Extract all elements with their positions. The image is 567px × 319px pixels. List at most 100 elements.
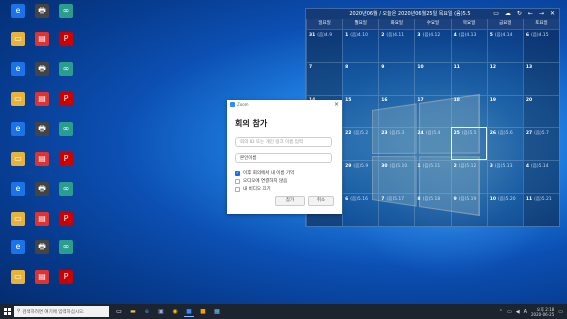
calendar-day-cell[interactable]: 18 [450,94,487,128]
file-icon[interactable]: ∞ [52,122,80,136]
calendar-day-cell[interactable]: 11 [450,61,487,95]
remember-name-checkbox[interactable]: ✓ 이후 회의에서 내 이름 기억 [235,170,294,176]
no-audio-checkbox[interactable]: 오디오에 연결하지 않음 [235,178,287,184]
video-off-checkbox[interactable]: 내 비디오 끄기 [235,186,271,192]
dialog-app-name: Zoom [237,101,249,107]
chevron-up-icon[interactable]: ⌃ [499,309,503,315]
network-icon[interactable]: ▭ [507,309,512,315]
calendar-grid: 31 (음)4.9 1 (음)4.10 2 (음)4.11 3 (음)4.12 4 (음)4.13… [306,29,559,226]
calendar-day-cell[interactable]: 10 (음)5.20 [486,193,523,226]
checkbox-icon[interactable] [235,178,240,184]
calendar-day-cell[interactable]: 26 (음)5.6 [486,127,523,161]
calendar-taskbar-icon[interactable]: ▦ [212,306,222,317]
calendar-day-cell[interactable]: 4 (음)4.13 [450,29,487,62]
pdf-icon[interactable]: P [52,92,80,106]
calendar-prev-icon[interactable]: ← [528,9,533,19]
calendar-refresh-icon[interactable]: ↻ [517,9,522,19]
calendar-day-cell[interactable]: 19 [486,94,523,128]
cancel-button[interactable]: 취소 [308,196,334,206]
calendar-day-cell[interactable]: 31 (음)4.9 [306,29,343,62]
start-button[interactable] [0,304,14,319]
task-view-icon[interactable]: ▭ [114,306,124,317]
chrome-icon[interactable]: ◉ [170,306,180,317]
calendar-day-cell[interactable]: 2 (음)4.11 [378,29,415,62]
app-taskbar-icon[interactable]: ■ [198,306,208,317]
language-indicator[interactable]: A [524,309,527,315]
zoom-taskbar-icon[interactable]: ■ [184,306,194,317]
calendar-cloud-icon[interactable]: ☁ [505,9,511,19]
calendar-day-cell[interactable]: 29 (음)5.9 [342,160,379,194]
volume-icon[interactable]: ◀ [516,309,520,315]
calendar-day-cell[interactable]: 12 [486,61,523,95]
calendar-day-cell[interactable]: 15 [342,94,379,128]
calendar-day-cell[interactable]: 22 (음)5.2 [342,127,379,161]
day-number: 9 [453,197,457,203]
pdf-icon[interactable]: P [52,32,80,46]
pdf-icon[interactable]: P [52,270,80,284]
calendar-day-cell[interactable]: 9 [378,61,415,95]
day-number: 16 [381,97,388,103]
calendar-day-cell[interactable]: 30 (음)5.10 [378,160,415,194]
taskbar-search-box[interactable]: ⚲ 검색하려면 여기에 입력하십시오. [14,306,109,317]
notification-icon[interactable]: ▭ [558,309,563,315]
calendar-day-cell[interactable]: 17 [414,94,451,128]
calendar-day-cell[interactable]: 5 (음)4.14 [486,29,523,62]
calendar-day-cell[interactable]: 7 (음)5.17 [378,193,415,226]
pdf-icon: P [59,32,73,46]
lunar-date: (음)5.9 [353,164,369,170]
calendar-window-icon[interactable]: ▭ [493,9,499,19]
pdf-icon[interactable]: P [52,152,80,166]
calendar-day-cell[interactable]: 20 [522,94,559,128]
calendar-day-cell[interactable]: 1 (음)4.10 [342,29,379,62]
day-number: 2 [381,33,385,38]
file-icon[interactable]: ∞ [52,62,80,76]
store-icon[interactable]: ▣ [156,306,166,317]
calendar-day-cell[interactable]: 27 (음)5.7 [522,127,559,161]
lunar-date: (음)5.14 [530,164,549,170]
display-name-input[interactable]: 본인이름 [235,153,332,163]
calendar-day-cell[interactable]: 8 (음)5.18 [414,193,451,226]
clock[interactable]: 오후 2:18 2020-06-25 [531,307,554,317]
calendar-day-cell[interactable]: 6 (음)5.16 [342,193,379,226]
calendar-day-cell[interactable]: 16 [378,94,415,128]
lunar-date: (음)5.17 [386,197,405,203]
lunar-date: (음)5.20 [497,197,516,203]
meeting-id-input[interactable]: 회의 ID 또는 개인 링크 이름 입력 [235,137,332,147]
lunar-date: (음)4.11 [386,33,405,38]
lunar-date: (음)5.2 [353,131,369,137]
calendar-next-icon[interactable]: → [539,9,544,19]
explorer-icon[interactable]: ▬ [128,306,138,317]
calendar-day-cell[interactable]: 10 [414,61,451,95]
calendar-day-cell[interactable]: 23 (음)5.3 [378,127,415,161]
calendar-day-cell[interactable]: 8 [342,61,379,95]
calendar-day-cell[interactable]: 4 (음)5.14 [522,160,559,194]
pdf-icon: P [59,92,73,106]
join-button[interactable]: 참가 [275,196,305,206]
calendar-day-cell[interactable]: 13 [522,61,559,95]
calendar-day-cell[interactable]: 2 (음)5.12 [450,160,487,194]
close-icon[interactable]: × [334,101,339,108]
pdf-icon[interactable]: P [52,212,80,226]
checkbox-icon[interactable] [235,186,240,192]
dialog-titlebar: Zoom × [227,100,342,108]
day-number: 12 [489,64,496,70]
calendar-day-cell[interactable]: 11 (음)5.21 [522,193,559,226]
calendar-day-cell[interactable]: 25 (음)5.5 [450,127,487,161]
calendar-day-cell[interactable]: 24 (음)5.4 [414,127,451,161]
checkbox-checked-icon[interactable]: ✓ [235,170,240,176]
file-icon[interactable]: ∞ [52,182,80,196]
file-icon[interactable]: ∞ [52,240,80,254]
calendar-close-icon[interactable]: ✕ [550,9,555,19]
calendar-day-cell[interactable]: 9 (음)5.19 [450,193,487,226]
calendar-day-cell[interactable]: 7 [306,61,343,95]
calendar-day-cell[interactable]: 6 (음)4.15 [522,29,559,62]
folder-icon: ▭ [11,92,25,106]
zoom-icon [230,101,235,107]
day-number: 27 [525,131,533,137]
edge-taskbar-icon[interactable]: e [142,306,152,317]
calendar-day-cell[interactable]: 3 (음)5.13 [486,160,523,194]
lunar-date: (음)5.13 [494,164,513,170]
calendar-day-cell[interactable]: 3 (음)4.12 [414,29,451,62]
calendar-day-cell[interactable]: 1 (음)5.11 [414,160,451,194]
file-icon[interactable]: ∞ [52,4,80,18]
